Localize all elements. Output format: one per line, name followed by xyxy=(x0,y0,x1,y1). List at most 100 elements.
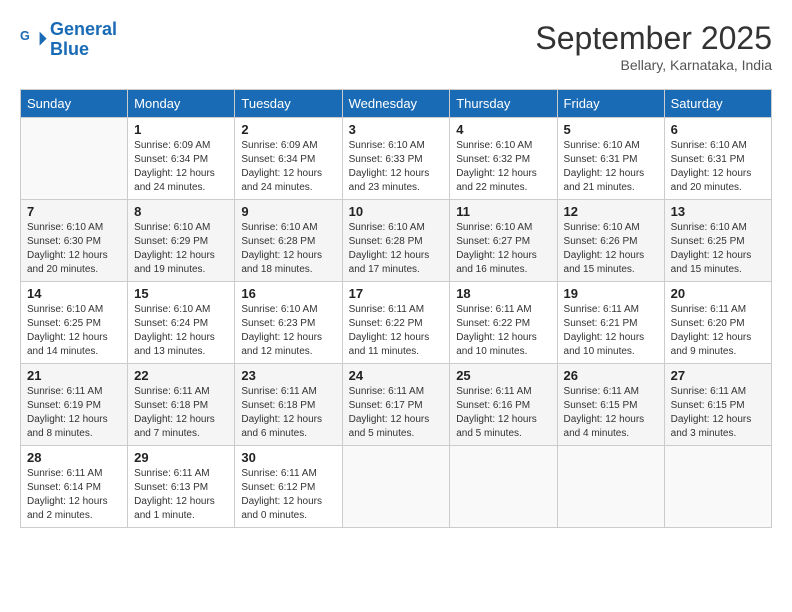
calendar-cell: 16 Sunrise: 6:10 AM Sunset: 6:23 PM Dayl… xyxy=(235,282,342,364)
day-info: Sunrise: 6:10 AM Sunset: 6:27 PM Dayligh… xyxy=(456,221,550,277)
calendar-cell: 10 Sunrise: 6:10 AM Sunset: 6:28 PM Dayl… xyxy=(342,200,450,282)
day-info: Sunrise: 6:09 AM Sunset: 6:34 PM Dayligh… xyxy=(134,139,228,195)
day-info: Sunrise: 6:11 AM Sunset: 6:16 PM Dayligh… xyxy=(456,385,550,441)
day-info: Sunrise: 6:11 AM Sunset: 6:22 PM Dayligh… xyxy=(456,303,550,359)
calendar-cell: 14 Sunrise: 6:10 AM Sunset: 6:25 PM Dayl… xyxy=(21,282,128,364)
svg-text:G: G xyxy=(20,29,30,43)
day-number: 8 xyxy=(134,204,228,219)
calendar-week-row: 7 Sunrise: 6:10 AM Sunset: 6:30 PM Dayli… xyxy=(21,200,772,282)
calendar-week-row: 14 Sunrise: 6:10 AM Sunset: 6:25 PM Dayl… xyxy=(21,282,772,364)
calendar-cell: 6 Sunrise: 6:10 AM Sunset: 6:31 PM Dayli… xyxy=(664,118,771,200)
day-number: 29 xyxy=(134,450,228,465)
calendar-cell: 5 Sunrise: 6:10 AM Sunset: 6:31 PM Dayli… xyxy=(557,118,664,200)
calendar-cell xyxy=(557,446,664,528)
calendar-cell: 11 Sunrise: 6:10 AM Sunset: 6:27 PM Dayl… xyxy=(450,200,557,282)
calendar-table: SundayMondayTuesdayWednesdayThursdayFrid… xyxy=(20,89,772,528)
weekday-header: Thursday xyxy=(450,90,557,118)
calendar-cell: 12 Sunrise: 6:10 AM Sunset: 6:26 PM Dayl… xyxy=(557,200,664,282)
weekday-header: Saturday xyxy=(664,90,771,118)
calendar-cell: 25 Sunrise: 6:11 AM Sunset: 6:16 PM Dayl… xyxy=(450,364,557,446)
calendar-week-row: 1 Sunrise: 6:09 AM Sunset: 6:34 PM Dayli… xyxy=(21,118,772,200)
calendar-header-row: SundayMondayTuesdayWednesdayThursdayFrid… xyxy=(21,90,772,118)
calendar-cell: 27 Sunrise: 6:11 AM Sunset: 6:15 PM Dayl… xyxy=(664,364,771,446)
calendar-cell: 4 Sunrise: 6:10 AM Sunset: 6:32 PM Dayli… xyxy=(450,118,557,200)
day-info: Sunrise: 6:11 AM Sunset: 6:21 PM Dayligh… xyxy=(564,303,658,359)
day-number: 12 xyxy=(564,204,658,219)
logo-icon: G xyxy=(20,26,48,54)
day-number: 18 xyxy=(456,286,550,301)
calendar-cell: 20 Sunrise: 6:11 AM Sunset: 6:20 PM Dayl… xyxy=(664,282,771,364)
day-number: 19 xyxy=(564,286,658,301)
day-number: 26 xyxy=(564,368,658,383)
logo: G General Blue xyxy=(20,20,117,60)
day-number: 27 xyxy=(671,368,765,383)
day-number: 11 xyxy=(456,204,550,219)
day-info: Sunrise: 6:11 AM Sunset: 6:13 PM Dayligh… xyxy=(134,467,228,523)
day-info: Sunrise: 6:10 AM Sunset: 6:24 PM Dayligh… xyxy=(134,303,228,359)
day-info: Sunrise: 6:10 AM Sunset: 6:26 PM Dayligh… xyxy=(564,221,658,277)
day-info: Sunrise: 6:11 AM Sunset: 6:20 PM Dayligh… xyxy=(671,303,765,359)
calendar-cell: 26 Sunrise: 6:11 AM Sunset: 6:15 PM Dayl… xyxy=(557,364,664,446)
day-number: 25 xyxy=(456,368,550,383)
day-number: 16 xyxy=(241,286,335,301)
calendar-week-row: 21 Sunrise: 6:11 AM Sunset: 6:19 PM Dayl… xyxy=(21,364,772,446)
logo-line1: General xyxy=(50,20,117,40)
weekday-header: Friday xyxy=(557,90,664,118)
weekday-header: Tuesday xyxy=(235,90,342,118)
day-number: 6 xyxy=(671,122,765,137)
logo-line2: Blue xyxy=(50,40,117,60)
day-number: 3 xyxy=(349,122,444,137)
day-info: Sunrise: 6:10 AM Sunset: 6:30 PM Dayligh… xyxy=(27,221,121,277)
calendar-cell xyxy=(342,446,450,528)
day-info: Sunrise: 6:10 AM Sunset: 6:23 PM Dayligh… xyxy=(241,303,335,359)
day-info: Sunrise: 6:10 AM Sunset: 6:29 PM Dayligh… xyxy=(134,221,228,277)
day-number: 9 xyxy=(241,204,335,219)
calendar-cell: 7 Sunrise: 6:10 AM Sunset: 6:30 PM Dayli… xyxy=(21,200,128,282)
day-info: Sunrise: 6:11 AM Sunset: 6:22 PM Dayligh… xyxy=(349,303,444,359)
day-info: Sunrise: 6:09 AM Sunset: 6:34 PM Dayligh… xyxy=(241,139,335,195)
day-info: Sunrise: 6:10 AM Sunset: 6:31 PM Dayligh… xyxy=(671,139,765,195)
day-number: 24 xyxy=(349,368,444,383)
weekday-header: Wednesday xyxy=(342,90,450,118)
calendar-cell xyxy=(664,446,771,528)
day-number: 7 xyxy=(27,204,121,219)
day-number: 22 xyxy=(134,368,228,383)
calendar-cell: 24 Sunrise: 6:11 AM Sunset: 6:17 PM Dayl… xyxy=(342,364,450,446)
day-number: 5 xyxy=(564,122,658,137)
calendar-cell: 22 Sunrise: 6:11 AM Sunset: 6:18 PM Dayl… xyxy=(128,364,235,446)
day-info: Sunrise: 6:10 AM Sunset: 6:31 PM Dayligh… xyxy=(564,139,658,195)
day-number: 10 xyxy=(349,204,444,219)
day-number: 17 xyxy=(349,286,444,301)
calendar-cell: 8 Sunrise: 6:10 AM Sunset: 6:29 PM Dayli… xyxy=(128,200,235,282)
day-info: Sunrise: 6:11 AM Sunset: 6:17 PM Dayligh… xyxy=(349,385,444,441)
day-info: Sunrise: 6:10 AM Sunset: 6:28 PM Dayligh… xyxy=(349,221,444,277)
weekday-header: Sunday xyxy=(21,90,128,118)
calendar-cell: 18 Sunrise: 6:11 AM Sunset: 6:22 PM Dayl… xyxy=(450,282,557,364)
day-number: 4 xyxy=(456,122,550,137)
calendar-cell: 30 Sunrise: 6:11 AM Sunset: 6:12 PM Dayl… xyxy=(235,446,342,528)
day-info: Sunrise: 6:10 AM Sunset: 6:33 PM Dayligh… xyxy=(349,139,444,195)
day-info: Sunrise: 6:10 AM Sunset: 6:32 PM Dayligh… xyxy=(456,139,550,195)
calendar-cell: 9 Sunrise: 6:10 AM Sunset: 6:28 PM Dayli… xyxy=(235,200,342,282)
day-number: 14 xyxy=(27,286,121,301)
calendar-cell: 3 Sunrise: 6:10 AM Sunset: 6:33 PM Dayli… xyxy=(342,118,450,200)
calendar-cell: 2 Sunrise: 6:09 AM Sunset: 6:34 PM Dayli… xyxy=(235,118,342,200)
calendar-cell: 13 Sunrise: 6:10 AM Sunset: 6:25 PM Dayl… xyxy=(664,200,771,282)
day-number: 1 xyxy=(134,122,228,137)
day-number: 20 xyxy=(671,286,765,301)
calendar-cell: 1 Sunrise: 6:09 AM Sunset: 6:34 PM Dayli… xyxy=(128,118,235,200)
calendar-cell xyxy=(450,446,557,528)
day-info: Sunrise: 6:11 AM Sunset: 6:19 PM Dayligh… xyxy=(27,385,121,441)
calendar-cell: 15 Sunrise: 6:10 AM Sunset: 6:24 PM Dayl… xyxy=(128,282,235,364)
calendar-week-row: 28 Sunrise: 6:11 AM Sunset: 6:14 PM Dayl… xyxy=(21,446,772,528)
day-info: Sunrise: 6:10 AM Sunset: 6:25 PM Dayligh… xyxy=(671,221,765,277)
day-info: Sunrise: 6:11 AM Sunset: 6:18 PM Dayligh… xyxy=(134,385,228,441)
title-block: September 2025 Bellary, Karnataka, India xyxy=(535,20,772,73)
calendar-cell: 23 Sunrise: 6:11 AM Sunset: 6:18 PM Dayl… xyxy=(235,364,342,446)
day-info: Sunrise: 6:10 AM Sunset: 6:25 PM Dayligh… xyxy=(27,303,121,359)
month-title: September 2025 xyxy=(535,20,772,57)
weekday-header: Monday xyxy=(128,90,235,118)
day-info: Sunrise: 6:11 AM Sunset: 6:12 PM Dayligh… xyxy=(241,467,335,523)
calendar-cell: 17 Sunrise: 6:11 AM Sunset: 6:22 PM Dayl… xyxy=(342,282,450,364)
calendar-cell: 29 Sunrise: 6:11 AM Sunset: 6:13 PM Dayl… xyxy=(128,446,235,528)
